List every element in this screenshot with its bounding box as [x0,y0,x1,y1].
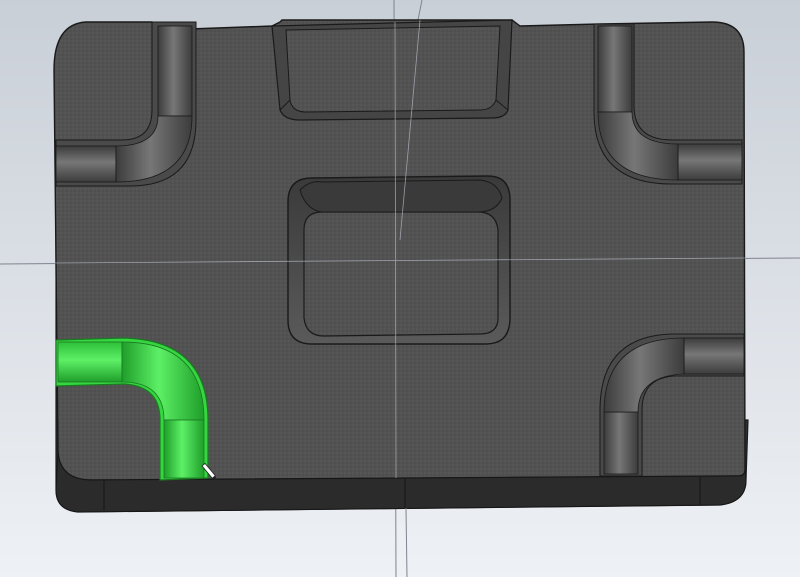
pocket-fillet-top [299,179,503,213]
model-scene[interactable] [0,0,800,577]
top-slot-pocket[interactable] [271,19,513,121]
3d-viewport[interactable] [0,0,800,577]
